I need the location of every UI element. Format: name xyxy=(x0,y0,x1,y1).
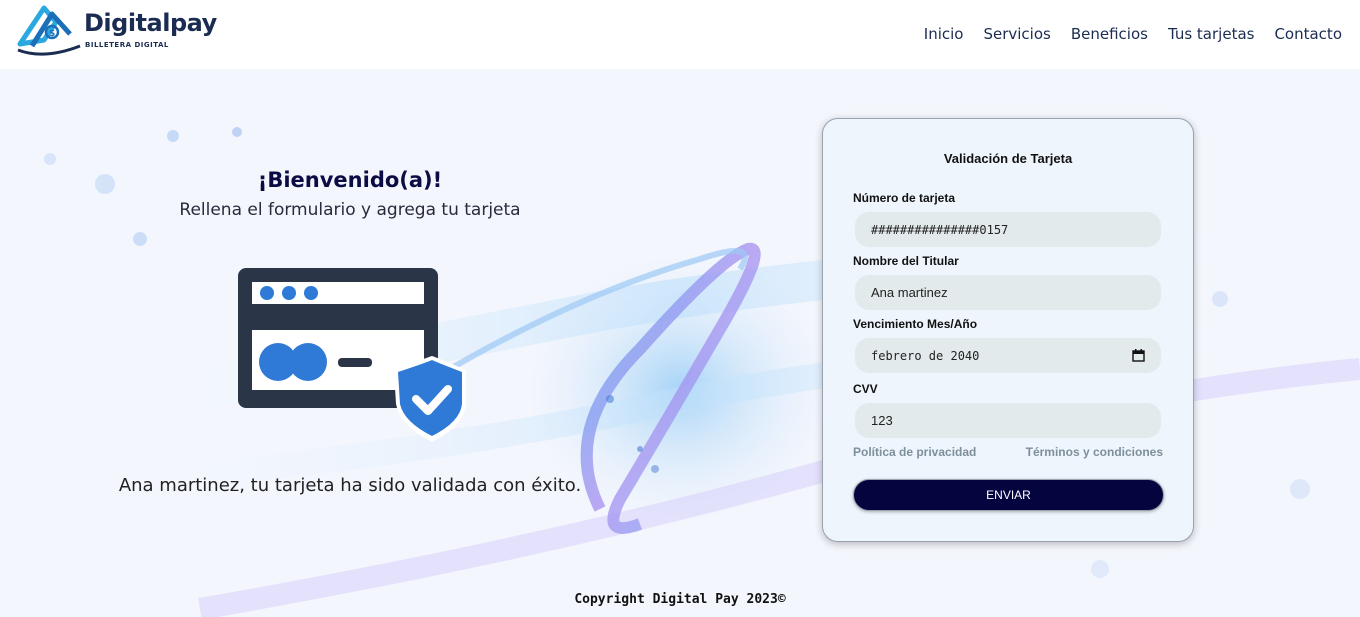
expiry-label: Vencimiento Mes/Año xyxy=(853,317,978,331)
brand-tagline: BILLETERA DIGITAL xyxy=(85,41,169,49)
holder-name-input[interactable]: Ana martinez xyxy=(855,275,1161,310)
form-title: Validación de Tarjeta xyxy=(943,151,1073,166)
credit-card-shield-check-icon xyxy=(238,268,466,442)
logo-icon: $ xyxy=(17,5,81,56)
terms-link[interactable]: Términos y condiciones xyxy=(1026,445,1163,459)
svg-text:$: $ xyxy=(49,29,55,39)
submit-button[interactable]: ENVIAR xyxy=(853,479,1164,511)
welcome-title: ¡Bienvenido(a)! xyxy=(257,168,443,192)
card-validation-form: Validación de Tarjeta Número de tarjeta … xyxy=(822,118,1194,542)
nav-inicio[interactable]: Inicio xyxy=(924,25,964,43)
nav-tus-tarjetas[interactable]: Tus tarjetas xyxy=(1168,25,1255,43)
nav-servicios[interactable]: Servicios xyxy=(983,25,1050,43)
cvv-label: CVV xyxy=(853,382,878,396)
brand-logo[interactable]: $ Digitalpay BILLETERA DIGITAL xyxy=(14,0,217,62)
site-header: $ Digitalpay BILLETERA DIGITAL Inicio Se… xyxy=(0,0,1360,69)
welcome-subtitle: Rellena el formulario y agrega tu tarjet… xyxy=(179,200,521,220)
validation-success-message: Ana martinez, tu tarjeta ha sido validad… xyxy=(118,475,582,496)
brand-name: Digitalpay xyxy=(84,9,217,37)
card-number-input[interactable]: ###############0157 xyxy=(855,212,1161,247)
nav-beneficios[interactable]: Beneficios xyxy=(1071,25,1148,43)
holder-name-label: Nombre del Titular xyxy=(853,254,959,268)
card-number-label: Número de tarjeta xyxy=(853,191,956,205)
expiry-value: febrero de 2040 xyxy=(871,348,980,363)
expiry-input[interactable]: febrero de 2040 xyxy=(855,338,1161,373)
nav-contacto[interactable]: Contacto xyxy=(1274,25,1342,43)
cvv-input[interactable]: 123 xyxy=(855,403,1161,438)
main-nav: Inicio Servicios Beneficios Tus tarjetas… xyxy=(924,25,1342,43)
footer-copyright: Copyright Digital Pay 2023© xyxy=(574,592,786,607)
calendar-icon[interactable] xyxy=(1132,349,1145,362)
privacy-policy-link[interactable]: Política de privacidad xyxy=(853,445,976,459)
